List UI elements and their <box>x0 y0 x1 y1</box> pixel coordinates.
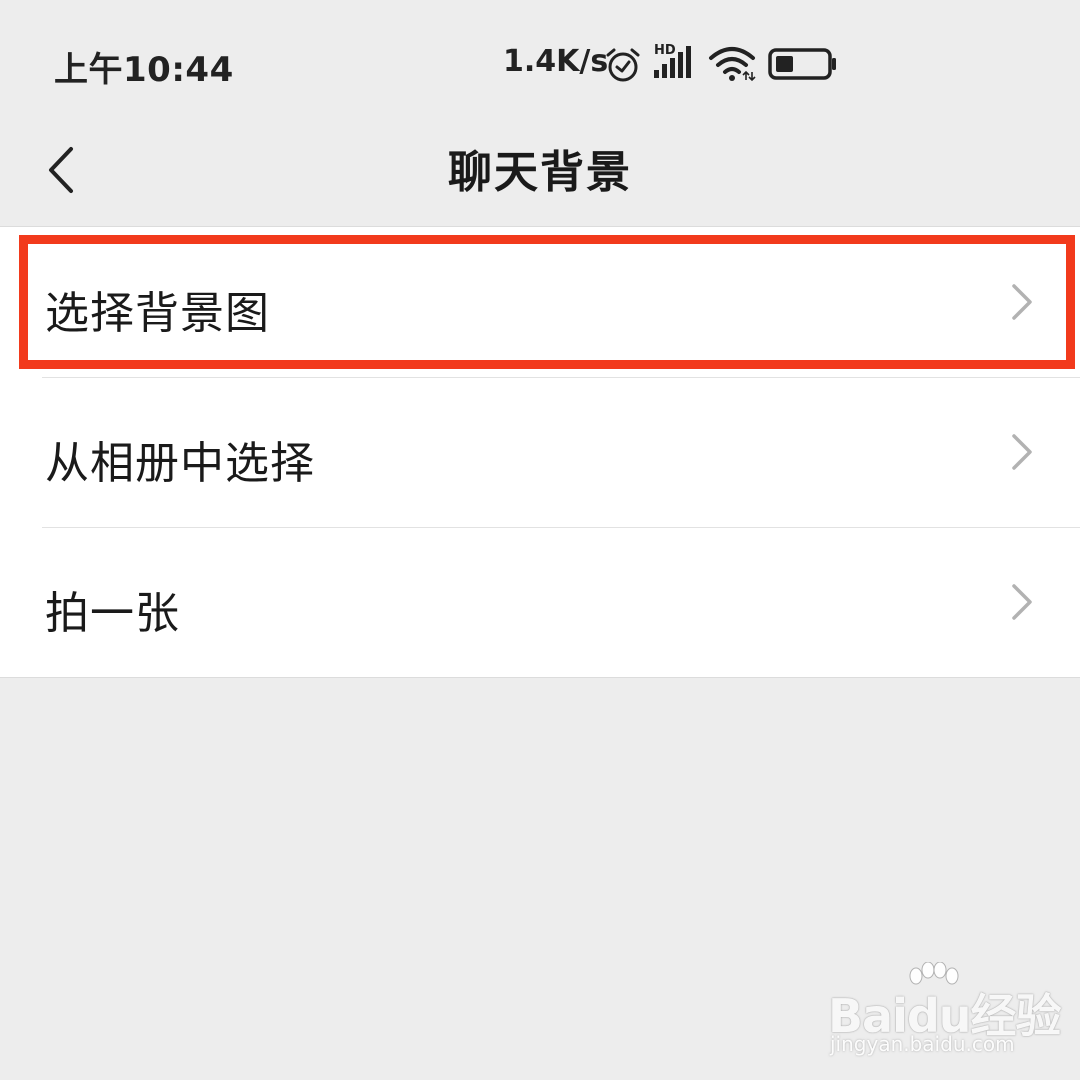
network-speed: 1.4K/s <box>503 44 609 79</box>
chevron-right-icon <box>1012 284 1032 320</box>
battery-icon <box>768 48 836 80</box>
watermark-url: jingyan.baidu.com <box>830 1032 1015 1056</box>
chevron-right-icon <box>1012 584 1032 620</box>
menu-item-label: 拍一张 <box>45 588 180 639</box>
menu-list: 选择背景图 从相册中选择 拍一张 <box>0 226 1080 678</box>
hd-signal-icon <box>654 46 691 78</box>
menu-item-label: 选择背景图 <box>45 288 270 339</box>
chevron-right-icon <box>1012 434 1032 470</box>
menu-item-label: 从相册中选择 <box>45 438 315 489</box>
wifi-icon <box>709 47 756 82</box>
menu-item-choose-from-album[interactable]: 从相册中选择 <box>0 377 1080 527</box>
menu-item-choose-background[interactable]: 选择背景图 <box>0 227 1080 377</box>
status-time: 上午10:44 <box>54 50 234 90</box>
page-title: 聊天背景 <box>448 147 632 198</box>
alarm-icon <box>606 48 640 82</box>
nav-bar: 聊天背景 <box>0 120 1080 226</box>
menu-item-take-photo[interactable]: 拍一张 <box>0 527 1080 677</box>
baidu-watermark: Baidu经验 jingyan.baidu.com <box>828 962 1062 1062</box>
status-bar: 上午10:44 1.4K/s HD <box>0 0 1080 120</box>
